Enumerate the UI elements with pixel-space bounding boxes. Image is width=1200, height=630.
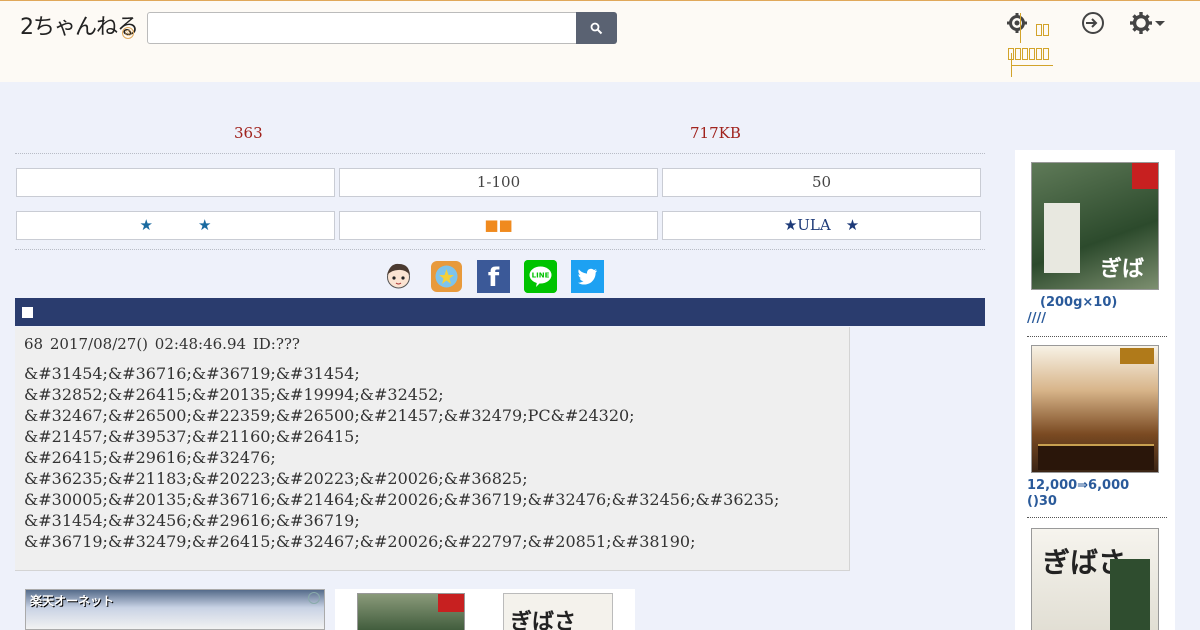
- post: 68 2017/08/27() 02:48:46.94 ID:??? &#314…: [15, 327, 850, 571]
- sidebar-ads: ぎばさ (200g×10) //// 12,000⇒6,000 ()30 ぎばさ: [1015, 150, 1175, 630]
- nav-button-orange[interactable]: ■■: [339, 211, 658, 240]
- ad-info-icon[interactable]: [308, 592, 320, 604]
- post-line: &#31454;&#32456;&#29616;&#36719;: [24, 511, 360, 530]
- divider: [15, 153, 985, 154]
- post-line: &#32467;&#26500;&#22359;&#26500;&#21457;…: [24, 406, 635, 425]
- login-icon[interactable]: [1081, 11, 1105, 35]
- facebook-icon[interactable]: f: [477, 260, 510, 293]
- product-image-text: ぎばさ: [1100, 256, 1145, 289]
- menu-label-broken[interactable]: [1036, 19, 1050, 38]
- app-icon[interactable]: [430, 260, 463, 293]
- post-line: &#32852;&#26415;&#20135;&#19994;&#32452;: [24, 385, 444, 404]
- reply-count: 363: [234, 124, 263, 142]
- thread-size: 717KB: [690, 124, 741, 142]
- menu-tree-line: [1011, 65, 1053, 66]
- post-line: &#31454;&#36716;&#36719;&#31454;: [24, 364, 360, 383]
- post-line: &#36719;&#32479;&#26415;&#32467;&#20026;…: [24, 532, 696, 551]
- search-button[interactable]: [576, 12, 617, 44]
- nav-button-orange-label: ■■: [484, 216, 513, 234]
- sidebar-product-text[interactable]: 12,000⇒6,000 ()30: [1027, 478, 1129, 510]
- post-header: 68 2017/08/27() 02:48:46.94 ID:???: [24, 335, 300, 353]
- ad-label: 楽天オーネット: [30, 594, 115, 608]
- brand-label: [438, 594, 464, 612]
- facebook-glyph: f: [487, 263, 500, 293]
- square-icon: [22, 307, 33, 318]
- site-header: 2ちゃんねる ◎: [0, 0, 1200, 82]
- twitter-icon[interactable]: [571, 260, 604, 293]
- settings-dropdown-icon[interactable]: [1130, 11, 1166, 35]
- sidebar-product-image[interactable]: ぎばさ: [1031, 162, 1159, 290]
- thread-title-bar: [15, 298, 985, 326]
- product-image-text: ぎばさ: [510, 609, 577, 630]
- nav-button-ula-label: ★ULA ★: [783, 216, 860, 234]
- brand-label: [1132, 163, 1158, 189]
- sidebar-product-image[interactable]: ぎばさ: [1031, 528, 1159, 630]
- post-date: 2017/08/27() 02:48:46.94: [49, 335, 247, 353]
- nav-button-1-100[interactable]: 1-100: [339, 168, 658, 197]
- site-logo[interactable]: 2ちゃんねる ◎: [20, 9, 139, 41]
- search-icon: [590, 22, 603, 34]
- nav-button-featured[interactable]: ★ ★: [16, 211, 335, 240]
- divider: [15, 249, 985, 250]
- logo-text: 2ちゃんねる: [20, 15, 139, 40]
- ad-banner[interactable]: 楽天オーネット: [25, 589, 325, 630]
- nav-button-ula[interactable]: ★ULA ★: [662, 211, 981, 240]
- package: [1110, 559, 1150, 630]
- product-image[interactable]: [357, 593, 465, 630]
- post-line: &#36235;&#21183;&#20223;&#20223;&#20026;…: [24, 469, 528, 488]
- badge: [1120, 348, 1154, 364]
- ribbon: [1038, 444, 1154, 470]
- divider: [1027, 336, 1167, 337]
- logo-mark-icon: ◎: [122, 27, 134, 39]
- package: [1044, 203, 1080, 273]
- divider: [1027, 517, 1167, 518]
- menu-label-broken[interactable]: [1008, 43, 1050, 62]
- search-input[interactable]: [147, 12, 579, 44]
- sidebar-product-image[interactable]: [1031, 345, 1159, 473]
- gear-icon[interactable]: [1006, 12, 1028, 34]
- nav-button-latest-50[interactable]: 50: [662, 168, 981, 197]
- post-line: &#21457;&#39537;&#21160;&#26415;: [24, 427, 360, 446]
- post-body: &#31454;&#36716;&#36719;&#31454; &#32852;…: [24, 363, 779, 552]
- post-number[interactable]: 68: [24, 335, 43, 353]
- sidebar-product-text[interactable]: (200g×10) ////: [1027, 295, 1117, 327]
- menu-tree-line: [1020, 13, 1021, 43]
- nav-button-all[interactable]: [16, 168, 335, 197]
- post-line: &#26415;&#29616;&#32476;: [24, 448, 276, 467]
- post-id[interactable]: ID:???: [253, 335, 300, 353]
- product-ad-strip: ぎばさ: [335, 589, 635, 630]
- product-image[interactable]: ぎばさ: [503, 593, 613, 630]
- post-line: &#30005;&#20135;&#36716;&#21464;&#20026;…: [24, 490, 780, 509]
- mascot-icon[interactable]: [382, 260, 415, 293]
- line-icon[interactable]: LINE: [524, 260, 557, 293]
- svg-text:LINE: LINE: [532, 272, 550, 280]
